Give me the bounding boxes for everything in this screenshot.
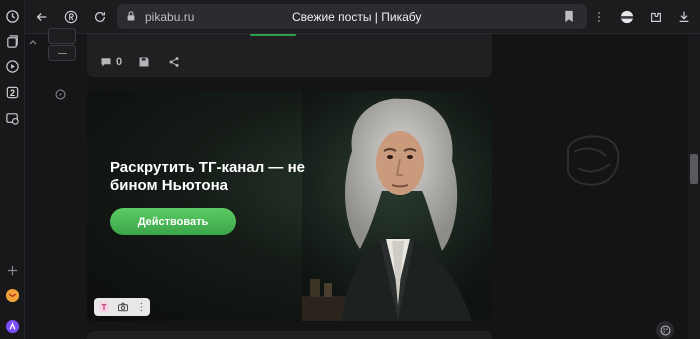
extensions-button[interactable] xyxy=(647,8,665,26)
ad-info-icon[interactable] xyxy=(98,301,110,313)
back-button[interactable] xyxy=(33,8,51,26)
tab-counter: 2 xyxy=(9,87,15,98)
profile-button[interactable] xyxy=(618,8,636,26)
comments-count: 0 xyxy=(116,56,123,68)
post-card: 0 xyxy=(87,34,492,77)
ad-tools-panel: ⋮ xyxy=(94,298,150,316)
arrow-left-icon xyxy=(36,13,47,21)
comment-icon xyxy=(101,58,111,67)
vote-up-button[interactable] xyxy=(48,28,76,44)
play-icon[interactable] xyxy=(4,58,21,75)
yandex-button[interactable] xyxy=(62,8,80,26)
alice-assistant-icon[interactable] xyxy=(4,318,21,335)
history-icon[interactable] xyxy=(4,8,21,25)
ad-portrait-illustration xyxy=(302,91,492,321)
yandex-icon xyxy=(64,10,78,24)
post-tag-strip xyxy=(250,34,296,36)
right-sidebar xyxy=(492,34,688,339)
reload-icon xyxy=(95,11,105,22)
downloads-button[interactable] xyxy=(675,8,693,26)
screenshot-icon[interactable] xyxy=(4,110,21,127)
lock-icon xyxy=(127,11,135,21)
minus-icon xyxy=(58,53,67,54)
palette-icon xyxy=(660,325,670,335)
page-scrollbar[interactable] xyxy=(688,34,700,339)
extensions-icon xyxy=(651,12,661,22)
save-button[interactable] xyxy=(138,56,150,68)
ad-title: Раскрутить ТГ-канал — не бином Ньютона xyxy=(110,159,305,194)
site-left-column xyxy=(25,28,87,339)
ad-banner[interactable]: Раскрутить ТГ-канал — не бином Ньютона Д… xyxy=(87,91,492,321)
scroll-thumb[interactable] xyxy=(690,154,698,184)
share-button[interactable] xyxy=(168,56,180,68)
dots-vertical-icon xyxy=(598,12,600,22)
menu-dots-button[interactable] xyxy=(590,8,608,26)
profile-avatar-icon xyxy=(620,10,634,24)
mail-icon[interactable] xyxy=(4,287,21,304)
reload-button[interactable] xyxy=(91,8,109,26)
collections-icon[interactable] xyxy=(4,33,21,50)
browser-sidebar: 2 xyxy=(0,0,25,339)
page-title: Свежие посты | Пикабу xyxy=(292,10,422,24)
add-icon[interactable] xyxy=(4,262,21,279)
theme-palette-button[interactable] xyxy=(656,321,674,339)
chevron-up-icon[interactable] xyxy=(29,38,37,46)
download-icon xyxy=(679,11,689,22)
ad-camera-icon[interactable] xyxy=(117,301,129,313)
ad-action-button[interactable]: Действовать xyxy=(110,208,236,235)
address-domain: pikabu.ru xyxy=(145,10,195,24)
bookmark-icon[interactable] xyxy=(563,10,575,23)
ad-menu-button[interactable]: ⋮ xyxy=(136,302,146,313)
browser-toolbar: pikabu.ru Свежие посты | Пикабу xyxy=(25,0,700,34)
vote-down-button[interactable] xyxy=(48,45,76,61)
feed: 0 Раскрутить ТГ-канал — не бином Ньютона… xyxy=(87,34,492,339)
address-bar[interactable]: pikabu.ru Свежие посты | Пикабу xyxy=(117,4,587,29)
share-icon xyxy=(169,57,179,67)
comments-button[interactable]: 0 xyxy=(100,56,122,68)
tab-counter-icon[interactable]: 2 xyxy=(4,84,21,101)
compass-icon[interactable] xyxy=(55,89,66,100)
mascot-placeholder-icon xyxy=(567,135,620,186)
next-post-card xyxy=(87,331,492,339)
save-icon xyxy=(139,57,149,67)
